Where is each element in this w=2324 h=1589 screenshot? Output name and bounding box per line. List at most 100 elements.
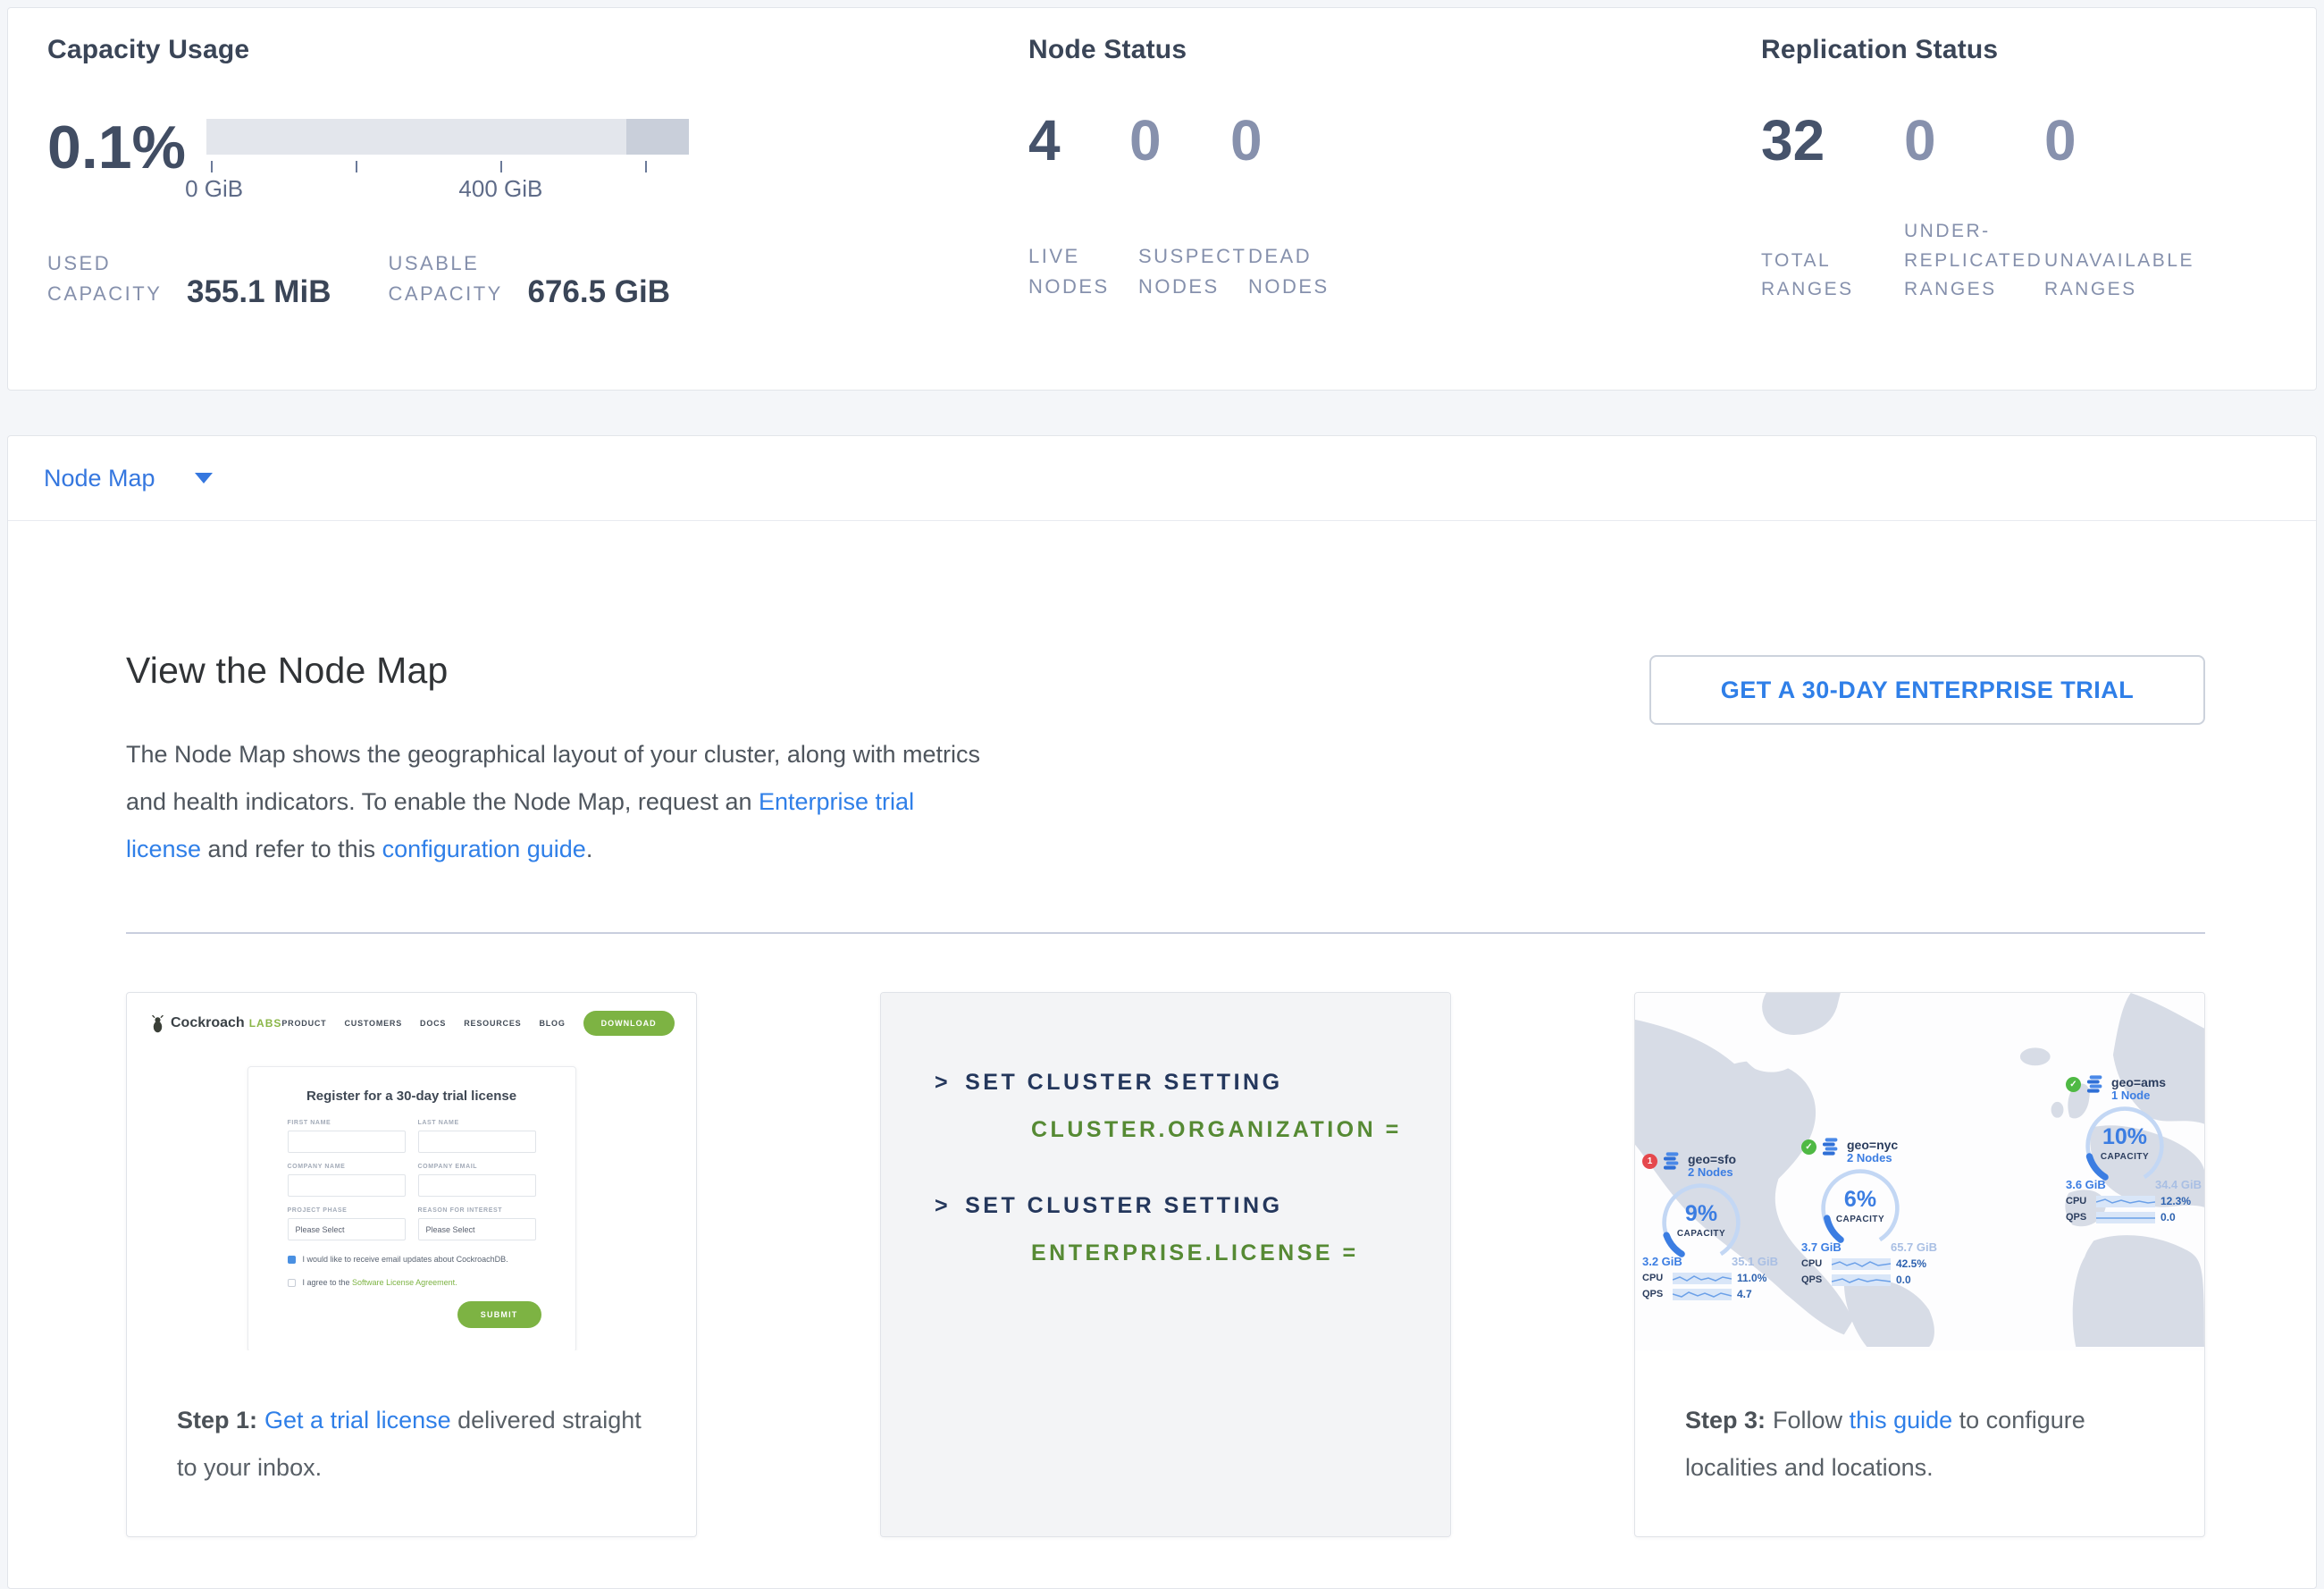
trial-license-form: Register for a 30-day trial license FIRS… (248, 1066, 576, 1350)
section-divider (126, 932, 2205, 934)
capacity-gauge: 9% CAPACITY (1660, 1181, 1742, 1264)
text-input (288, 1131, 406, 1153)
submit-pill: SUBMIT (457, 1301, 541, 1328)
under-replicated-ranges-label: UNDER-REPLICATED RANGES (1904, 217, 2040, 305)
node-map-selector-label[interactable]: Node Map (44, 465, 155, 492)
field-label: FIRST NAME (288, 1120, 406, 1126)
step2-caption: Step 2:Activate the trial license with t… (881, 1536, 1450, 1537)
step-number: Step 1: (177, 1407, 257, 1433)
qps-value: 0.0 (1896, 1274, 1911, 1286)
node-map-preview: 1 geo=sfo 2 Nodes (1635, 993, 2204, 1350)
nav-item: RESOURCES (464, 1019, 521, 1028)
configuration-guide-link[interactable]: configuration guide (382, 836, 586, 862)
cpu-label: CPU (1642, 1273, 1667, 1283)
dead-nodes-label: DEAD NODES (1248, 241, 1348, 302)
locality-name: geo=sfo (1688, 1152, 1736, 1166)
nav-item: DOCS (420, 1019, 446, 1028)
qps-value: 4.7 (1737, 1288, 1752, 1300)
capacity-percent: 0.1% (47, 117, 206, 202)
sql-setting-name: CLUSTER.ORGANIZATION = (1031, 1117, 1450, 1143)
logo-suffix-text: LABS (249, 1017, 282, 1030)
minisite-nav: PRODUCT CUSTOMERS DOCS RESOURCES BLOG DO… (281, 1011, 674, 1036)
suspect-nodes-value: 0 (1129, 112, 1230, 169)
usable-capacity-label: USABLE CAPACITY (388, 248, 504, 309)
capacity-label: CAPACITY (2084, 1152, 2166, 1162)
used-capacity-label: USED CAPACITY (47, 248, 164, 309)
total-ranges-value: 32 (1761, 112, 1904, 169)
locality-node-count: 2 Nodes (1847, 1152, 1898, 1165)
cpu-value: 11.0% (1737, 1272, 1766, 1284)
locality-node-count: 2 Nodes (1688, 1166, 1736, 1180)
database-icon (1822, 1138, 1842, 1156)
register-page-screenshot: Cockroach LABS PRODUCT CUSTOMERS DOCS RE… (127, 993, 696, 1350)
cpu-sparkline (1832, 1258, 1891, 1270)
capacity-percent: 10% (2084, 1124, 2166, 1150)
database-icon (1663, 1152, 1682, 1171)
total-ranges-label: TOTAL RANGES (1761, 247, 1897, 305)
capacity-gauge: 6% CAPACITY (1819, 1167, 1901, 1249)
enterprise-trial-button[interactable]: GET A 30-DAY ENTERPRISE TRIAL (1649, 655, 2205, 725)
under-replicated-ranges-value: 0 (1904, 112, 2044, 169)
checkbox-label: I agree to the Software License Agreemen… (303, 1278, 457, 1287)
this-guide-link[interactable]: this guide (1850, 1407, 1953, 1433)
locality-node-count: 1 Node (2111, 1089, 2166, 1103)
text-input (418, 1131, 536, 1153)
cpu-label: CPU (2066, 1196, 2091, 1206)
capacity-percent: 9% (1660, 1201, 1742, 1227)
capacity-axis-ticks (206, 159, 689, 173)
step3-card: 1 geo=sfo 2 Nodes (1634, 992, 2205, 1537)
field-label: COMPANY EMAIL (418, 1164, 536, 1170)
qps-sparkline (2096, 1212, 2155, 1223)
node-map-panel: Node Map View the Node Map The Node Map … (7, 435, 2317, 1589)
unavailable-ranges-label: UNAVAILABLE RANGES (2044, 247, 2180, 305)
cockroach-bug-icon (150, 1014, 165, 1033)
cluster-summary-panel: Capacity Usage 0.1% 0 GiB 400 GiB USED C… (7, 7, 2317, 391)
select-input: Please Select (418, 1218, 536, 1240)
nav-item: PRODUCT (281, 1019, 326, 1028)
text-input (288, 1174, 406, 1197)
checkbox-empty-icon (288, 1279, 296, 1287)
qps-sparkline (1832, 1274, 1891, 1286)
capacity-gauge: 10% CAPACITY (2084, 1105, 2166, 1187)
capacity-percent: 6% (1819, 1187, 1901, 1213)
nav-item: CUSTOMERS (344, 1019, 402, 1028)
form-title: Register for a 30-day trial license (288, 1089, 536, 1104)
locality-widget-nyc: geo=nyc 2 Nodes 6% CAPACITY (1801, 1138, 1948, 1286)
live-nodes-value: 4 (1028, 112, 1129, 169)
field-label: LAST NAME (418, 1120, 536, 1126)
qps-sparkline (1673, 1289, 1732, 1300)
sql-command: SET CLUSTER SETTING (965, 1193, 1282, 1218)
cpu-value: 12.3% (2160, 1195, 2191, 1207)
software-license-link: Software License Agreement. (352, 1278, 457, 1287)
field-label: PROJECT PHASE (288, 1207, 406, 1214)
capacity-usage-section: Capacity Usage 0.1% 0 GiB 400 GiB USED C… (47, 35, 1028, 390)
get-trial-license-link[interactable]: Get a trial license (264, 1407, 451, 1433)
cpu-value: 42.5% (1896, 1257, 1926, 1270)
check-icon (2066, 1077, 2081, 1092)
node-map-view-selector[interactable]: Node Map (8, 436, 2316, 521)
capacity-bar: 0 GiB 400 GiB (206, 119, 689, 202)
sql-prompt: > (935, 1193, 951, 1218)
capacity-label: CAPACITY (1819, 1215, 1901, 1224)
field-label: COMPANY NAME (288, 1164, 406, 1170)
axis-tick-label: 0 GiB (185, 175, 243, 203)
nodemap-intro: View the Node Map The Node Map shows the… (126, 650, 982, 873)
locality-name: geo=nyc (1847, 1138, 1898, 1152)
locality-widget-sfo: 1 geo=sfo 2 Nodes (1642, 1152, 1789, 1300)
chevron-down-icon[interactable] (195, 473, 213, 483)
sql-command: SET CLUSTER SETTING (965, 1070, 1282, 1095)
description-text: and refer to this (201, 836, 382, 862)
dead-nodes-value: 0 (1230, 112, 1761, 169)
step3-caption: Step 3:Follow this guide to configure lo… (1635, 1350, 2204, 1492)
sql-setting-name: ENTERPRISE.LICENSE = (1031, 1240, 1450, 1266)
locality-name: geo=ams (2111, 1075, 2166, 1089)
sql-prompt: > (935, 1070, 951, 1095)
checkbox-label: I would like to receive email updates ab… (303, 1255, 508, 1264)
used-capacity-value: 355.1 MiB (187, 276, 331, 309)
description-text: . (586, 836, 593, 862)
live-nodes-label: LIVE NODES (1028, 241, 1128, 302)
page-title: View the Node Map (126, 650, 982, 692)
capacity-bar-reserved-segment (626, 119, 689, 155)
step1-caption: Step 1:Get a trial license delivered str… (127, 1350, 696, 1492)
checkbox-checked-icon (288, 1256, 296, 1264)
